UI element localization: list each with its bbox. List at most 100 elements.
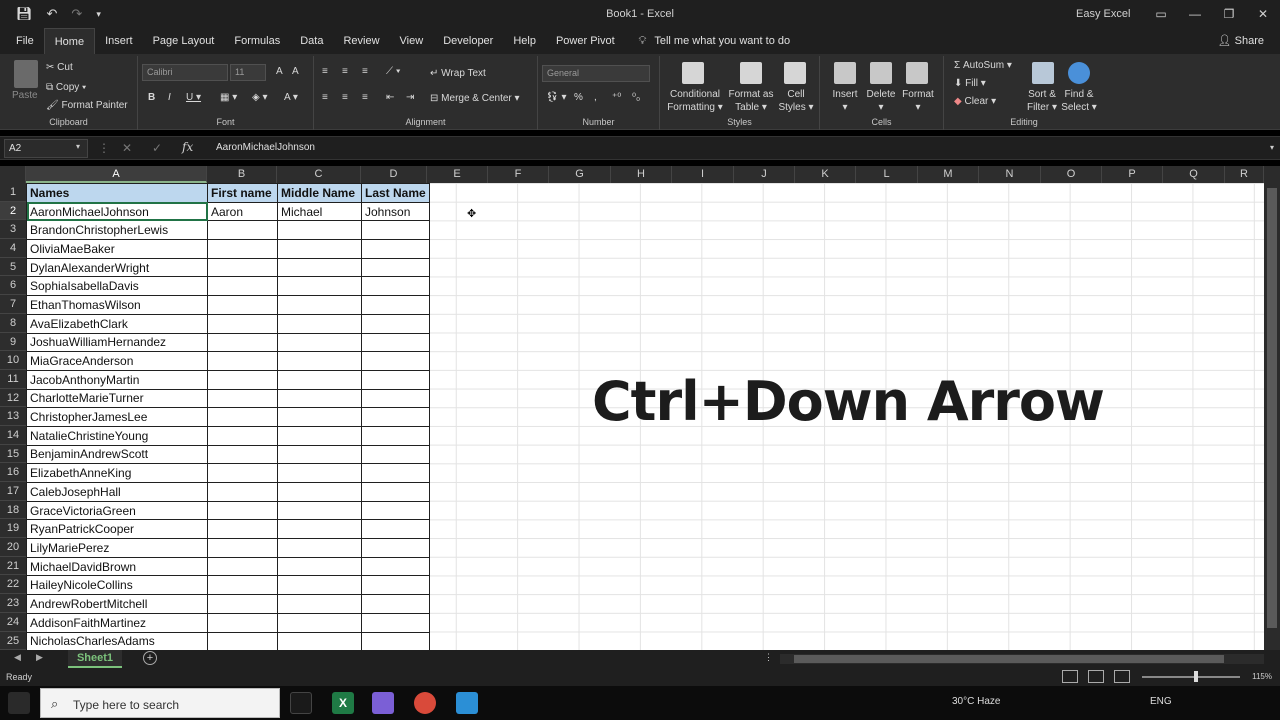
table-cell[interactable] <box>361 519 430 540</box>
number-format-dropdown[interactable]: General <box>542 65 650 82</box>
table-cell[interactable]: Johnson <box>361 201 430 222</box>
table-cell[interactable]: EthanThomasWilson <box>26 295 208 315</box>
underline-button[interactable]: U ▾ <box>186 92 201 103</box>
table-cell[interactable] <box>207 239 278 259</box>
table-cell[interactable] <box>361 463 430 483</box>
column-header-g[interactable]: G <box>549 166 611 183</box>
table-cell[interactable] <box>361 332 430 353</box>
column-header-j[interactable]: J <box>734 166 795 183</box>
formula-bar-options-icon[interactable]: ⋮ <box>98 141 110 155</box>
wrap-text-button[interactable]: ↵ Wrap Text <box>430 68 486 79</box>
header-cell[interactable]: Names <box>26 183 208 203</box>
column-header-e[interactable]: E <box>427 166 488 183</box>
table-cell[interactable] <box>277 631 362 650</box>
table-cell[interactable] <box>361 556 430 577</box>
table-cell[interactable] <box>207 631 278 650</box>
table-cell[interactable] <box>361 425 430 446</box>
table-cell[interactable]: ElizabethAnneKing <box>26 463 208 483</box>
table-cell[interactable] <box>277 519 362 540</box>
windows-start-icon[interactable] <box>8 692 30 714</box>
sheet-tab-sheet1[interactable]: Sheet1 <box>68 650 122 668</box>
table-cell[interactable] <box>361 313 430 334</box>
table-cell[interactable] <box>207 463 278 483</box>
weather-status[interactable]: 30°C Haze <box>952 696 1000 707</box>
table-cell[interactable]: AndrewRobertMitchell <box>26 594 208 614</box>
row-header-18[interactable]: 18 <box>0 501 26 520</box>
row-header-19[interactable]: 19 <box>0 519 26 539</box>
name-box-dropdown-icon[interactable]: ▾ <box>76 142 80 151</box>
row-header-4[interactable]: 4 <box>0 239 26 258</box>
orientation-icon[interactable]: ⟋ ▾ <box>386 66 401 77</box>
column-header-c[interactable]: C <box>277 166 361 183</box>
table-cell[interactable] <box>207 351 278 371</box>
row-header-16[interactable]: 16 <box>0 463 26 482</box>
row-header-25[interactable]: 25 <box>0 632 26 650</box>
zoom-slider[interactable] <box>1142 676 1240 678</box>
table-cell[interactable] <box>361 388 430 409</box>
column-header-b[interactable]: B <box>207 166 277 183</box>
row-header-23[interactable]: 23 <box>0 594 26 613</box>
excel-app-icon[interactable]: X <box>332 692 354 714</box>
row-header-21[interactable]: 21 <box>0 557 26 576</box>
font-size-dropdown[interactable]: 11 <box>230 64 266 81</box>
format-as-table-button[interactable]: Format as Table ▾ <box>728 88 774 114</box>
column-header-m[interactable]: M <box>918 166 979 183</box>
table-cell[interactable] <box>207 276 278 297</box>
row-header-17[interactable]: 17 <box>0 482 26 501</box>
table-cell[interactable] <box>361 257 430 278</box>
table-cell[interactable] <box>207 388 278 409</box>
table-cell[interactable] <box>277 369 362 390</box>
next-sheet-icon[interactable]: ▶ <box>36 652 43 663</box>
table-cell[interactable]: AvaElizabethClark <box>26 313 208 334</box>
table-cell[interactable]: AddisonFaithMartinez <box>26 612 208 633</box>
row-header-7[interactable]: 7 <box>0 295 26 314</box>
table-cell[interactable] <box>277 388 362 409</box>
table-cell[interactable]: GraceVictoriaGreen <box>26 500 208 521</box>
row-header-22[interactable]: 22 <box>0 575 26 595</box>
formula-content[interactable]: AaronMichaelJohnson <box>216 142 315 153</box>
center-align-icon[interactable]: ≡ <box>342 92 348 103</box>
table-cell[interactable] <box>361 500 430 521</box>
table-cell[interactable] <box>361 220 430 241</box>
table-cell[interactable]: BenjaminAndrewScott <box>26 444 208 465</box>
normal-view-icon[interactable] <box>1062 670 1078 683</box>
table-cell[interactable] <box>207 407 278 427</box>
table-cell[interactable] <box>277 276 362 297</box>
tab-view[interactable]: View <box>390 28 434 54</box>
row-header-10[interactable]: 10 <box>0 351 26 370</box>
table-cell[interactable]: AaronMichaelJohnson <box>26 201 208 222</box>
table-cell[interactable] <box>277 612 362 633</box>
bold-button[interactable]: B <box>148 92 155 103</box>
table-cell[interactable] <box>277 425 362 446</box>
tab-home[interactable]: Home <box>43 28 96 54</box>
row-header-14[interactable]: 14 <box>0 426 26 445</box>
left-align-icon[interactable]: ≡ <box>322 92 328 103</box>
table-cell[interactable] <box>207 369 278 390</box>
table-cell[interactable] <box>207 332 278 353</box>
table-cell[interactable]: OliviaMaeBaker <box>26 239 208 259</box>
decrease-indent-icon[interactable]: ⇤ <box>386 92 394 103</box>
row-header-9[interactable]: 9 <box>0 333 26 352</box>
font-color-icon[interactable]: A ▾ <box>284 92 298 103</box>
table-cell[interactable] <box>361 369 430 390</box>
horizontal-scrollbar[interactable] <box>780 654 1264 664</box>
row-header-13[interactable]: 13 <box>0 407 26 426</box>
table-cell[interactable] <box>207 519 278 540</box>
tell-me-box[interactable]: 💡︎ Tell me what you want to do <box>625 35 790 48</box>
table-cell[interactable]: BrandonChristopherLewis <box>26 220 208 241</box>
horizontal-scroll-thumb[interactable] <box>794 655 1224 663</box>
cancel-entry-icon[interactable]: ✕ <box>122 141 132 155</box>
autosum-button[interactable]: Σ AutoSum ▾ <box>954 60 1012 71</box>
table-cell[interactable] <box>361 239 430 259</box>
table-cell[interactable] <box>277 463 362 483</box>
select-all-corner[interactable] <box>0 166 26 183</box>
clear-button[interactable]: ◆ Clear ▾ <box>954 96 996 107</box>
table-cell[interactable]: MichaelDavidBrown <box>26 556 208 577</box>
fill-color-icon[interactable]: ◈ ▾ <box>252 92 268 103</box>
row-header-6[interactable]: 6 <box>0 276 26 296</box>
increase-decimal-icon[interactable]: ⁺⁰ <box>612 92 621 103</box>
table-cell[interactable] <box>207 538 278 558</box>
right-align-icon[interactable]: ≡ <box>362 92 368 103</box>
tab-developer[interactable]: Developer <box>433 28 503 54</box>
table-cell[interactable]: RyanPatrickCooper <box>26 519 208 540</box>
